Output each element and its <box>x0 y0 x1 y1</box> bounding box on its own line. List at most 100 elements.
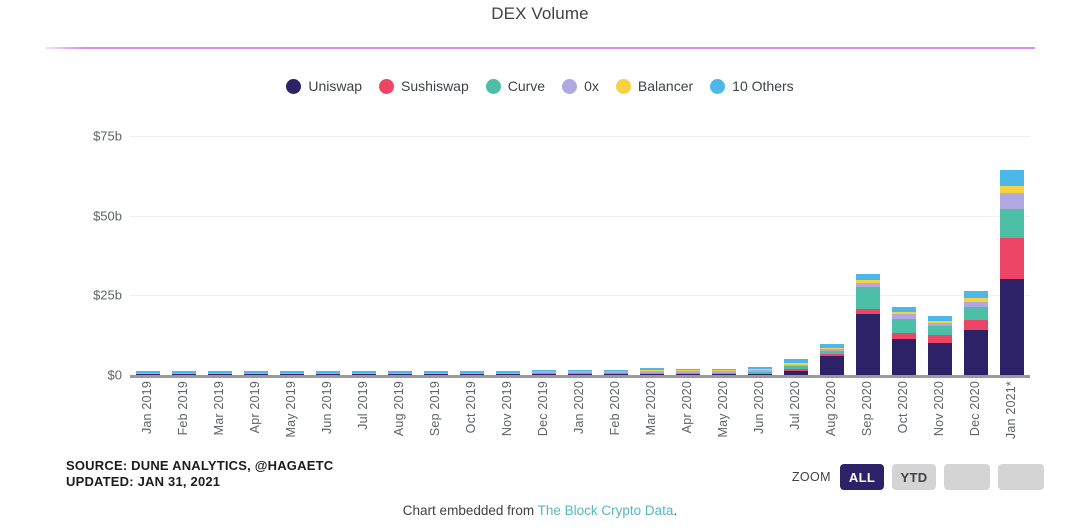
x-axis-tick-label: Mar 2020 <box>644 381 658 436</box>
bar-segment-0x <box>1000 193 1024 210</box>
zoom-button-empty-2[interactable] <box>944 464 990 490</box>
bar-nov-2019[interactable] <box>496 371 520 375</box>
bar-segment-uniswap <box>424 373 448 375</box>
bar-segment-uniswap <box>568 373 592 375</box>
bar-segment-balancer <box>1000 186 1024 194</box>
bar-sep-2020[interactable] <box>856 274 880 375</box>
legend-swatch-curve-icon <box>485 78 501 94</box>
bar-feb-2019[interactable] <box>172 371 196 375</box>
legend-label: Sushiswap <box>401 78 469 94</box>
bar-nov-2020[interactable] <box>928 316 952 375</box>
legend-swatch-zrx-icon <box>562 78 578 94</box>
bar-apr-2019[interactable] <box>244 371 268 375</box>
bar-may-2019[interactable] <box>280 371 304 375</box>
bar-segment-uniswap <box>640 373 664 375</box>
x-axis-tick-label: Jan 2021* <box>1004 381 1018 440</box>
x-axis-tick-label: Oct 2019 <box>464 381 478 434</box>
bar-segment-uniswap <box>208 373 232 375</box>
bar-jul-2019[interactable] <box>352 371 376 375</box>
legend-swatch-others-icon <box>710 78 726 94</box>
legend-label: Curve <box>507 78 546 94</box>
the-block-crypto-data-link[interactable]: The Block Crypto Data <box>538 503 674 518</box>
bar-oct-2019[interactable] <box>460 371 484 375</box>
source-line: SOURCE: DUNE ANALYTICS, @HAGAETC <box>66 458 334 473</box>
bar-sep-2019[interactable] <box>424 371 448 375</box>
legend-label: 10 Others <box>732 78 794 94</box>
bar-segment-uniswap <box>676 373 700 375</box>
legend-item-curve[interactable]: Curve <box>485 78 546 94</box>
embed-attribution: Chart embedded from The Block Crypto Dat… <box>0 503 1080 518</box>
bar-apr-2020[interactable] <box>676 369 700 375</box>
bar-segment-curve <box>1000 209 1024 238</box>
bar-jan-2019[interactable] <box>136 371 160 375</box>
gridline <box>130 295 1030 297</box>
legend-item-zrx[interactable]: 0x <box>562 78 599 94</box>
x-axis-tick-label: Jun 2020 <box>752 381 766 435</box>
legend-swatch-uniswap-icon <box>286 78 302 94</box>
bar-segment-uniswap <box>784 370 808 375</box>
gridline <box>130 135 1030 137</box>
bar-segment-curve <box>892 318 916 333</box>
legend-label: Balancer <box>637 78 694 94</box>
y-axis-tick-label: $50b <box>93 208 122 224</box>
bar-mar-2020[interactable] <box>640 367 664 375</box>
legend-label: Uniswap <box>308 78 363 94</box>
y-axis-tick-label: $0 <box>107 367 122 383</box>
bar-oct-2020[interactable] <box>892 306 916 375</box>
bar-segment-sushiswap <box>928 335 952 343</box>
x-axis-tick-label: Jan 2019 <box>140 381 154 435</box>
x-axis-tick-label: Jan 2020 <box>572 381 586 435</box>
bar-segment-curve <box>856 287 880 309</box>
legend-swatch-sushiswap-icon <box>379 78 395 94</box>
x-axis-tick-label: Aug 2020 <box>824 381 838 437</box>
bar-jun-2020[interactable] <box>748 366 772 375</box>
bar-segment-sushiswap <box>964 320 988 331</box>
bar-segment-uniswap <box>964 330 988 375</box>
x-axis-tick-label: Dec 2020 <box>968 381 982 437</box>
x-axis-tick-label: Aug 2019 <box>392 381 406 437</box>
legend-swatch-balancer-icon <box>615 78 631 94</box>
legend-item-sushiswap[interactable]: Sushiswap <box>379 78 469 94</box>
bar-aug-2019[interactable] <box>388 371 412 375</box>
bar-segment-uniswap <box>316 373 340 375</box>
x-axis-baseline <box>130 375 1030 378</box>
bar-segment-10-others <box>964 291 988 299</box>
bar-segment-uniswap <box>820 356 844 375</box>
x-axis-tick-label: Dec 2019 <box>536 381 550 437</box>
bar-mar-2019[interactable] <box>208 371 232 375</box>
bar-segment-uniswap <box>928 342 952 375</box>
legend-item-uniswap[interactable]: Uniswap <box>286 78 362 94</box>
zoom-button-all[interactable]: ALL <box>840 464 884 490</box>
bar-segment-uniswap <box>856 314 880 375</box>
gridline <box>130 215 1030 217</box>
zoom-button-ytd[interactable]: YTD <box>892 464 936 490</box>
bar-dec-2020[interactable] <box>964 291 988 375</box>
x-axis-tick-label: Feb 2019 <box>176 381 190 436</box>
x-axis-tick-label: May 2020 <box>716 381 730 438</box>
x-axis-labels: Jan 2019 Feb 2019 Mar 2019 Apr 2019 May 2019… <box>130 381 1030 451</box>
bar-segment-uniswap <box>244 373 268 375</box>
x-axis-tick-label: Sep 2020 <box>860 381 874 437</box>
bar-segment-uniswap <box>352 373 376 375</box>
bar-dec-2019[interactable] <box>532 370 556 375</box>
legend-item-others[interactable]: 10 Others <box>710 78 794 94</box>
bar-may-2020[interactable] <box>712 368 736 375</box>
embed-suffix: . <box>673 503 678 518</box>
bar-segment-sushiswap <box>1000 237 1024 280</box>
title-divider <box>45 47 1035 49</box>
x-axis-tick-label: Sep 2019 <box>428 381 442 437</box>
legend-label: 0x <box>584 78 599 94</box>
zoom-button-empty-3[interactable] <box>998 464 1044 490</box>
bar-aug-2020[interactable] <box>820 344 844 375</box>
bar-segment-10-others <box>1000 169 1024 187</box>
legend-item-balancer[interactable]: Balancer <box>615 78 694 94</box>
bar-jul-2020[interactable] <box>784 359 808 375</box>
bar-jun-2019[interactable] <box>316 371 340 375</box>
bar-jan-2021-[interactable] <box>1000 169 1024 375</box>
bar-segment-uniswap <box>532 373 556 375</box>
bar-feb-2020[interactable] <box>604 369 628 375</box>
bar-jan-2020[interactable] <box>568 370 592 375</box>
x-axis-tick-label: Mar 2019 <box>212 381 226 436</box>
bar-segment-uniswap <box>604 373 628 375</box>
y-axis: $0 $25b $50b $75b <box>60 120 122 382</box>
